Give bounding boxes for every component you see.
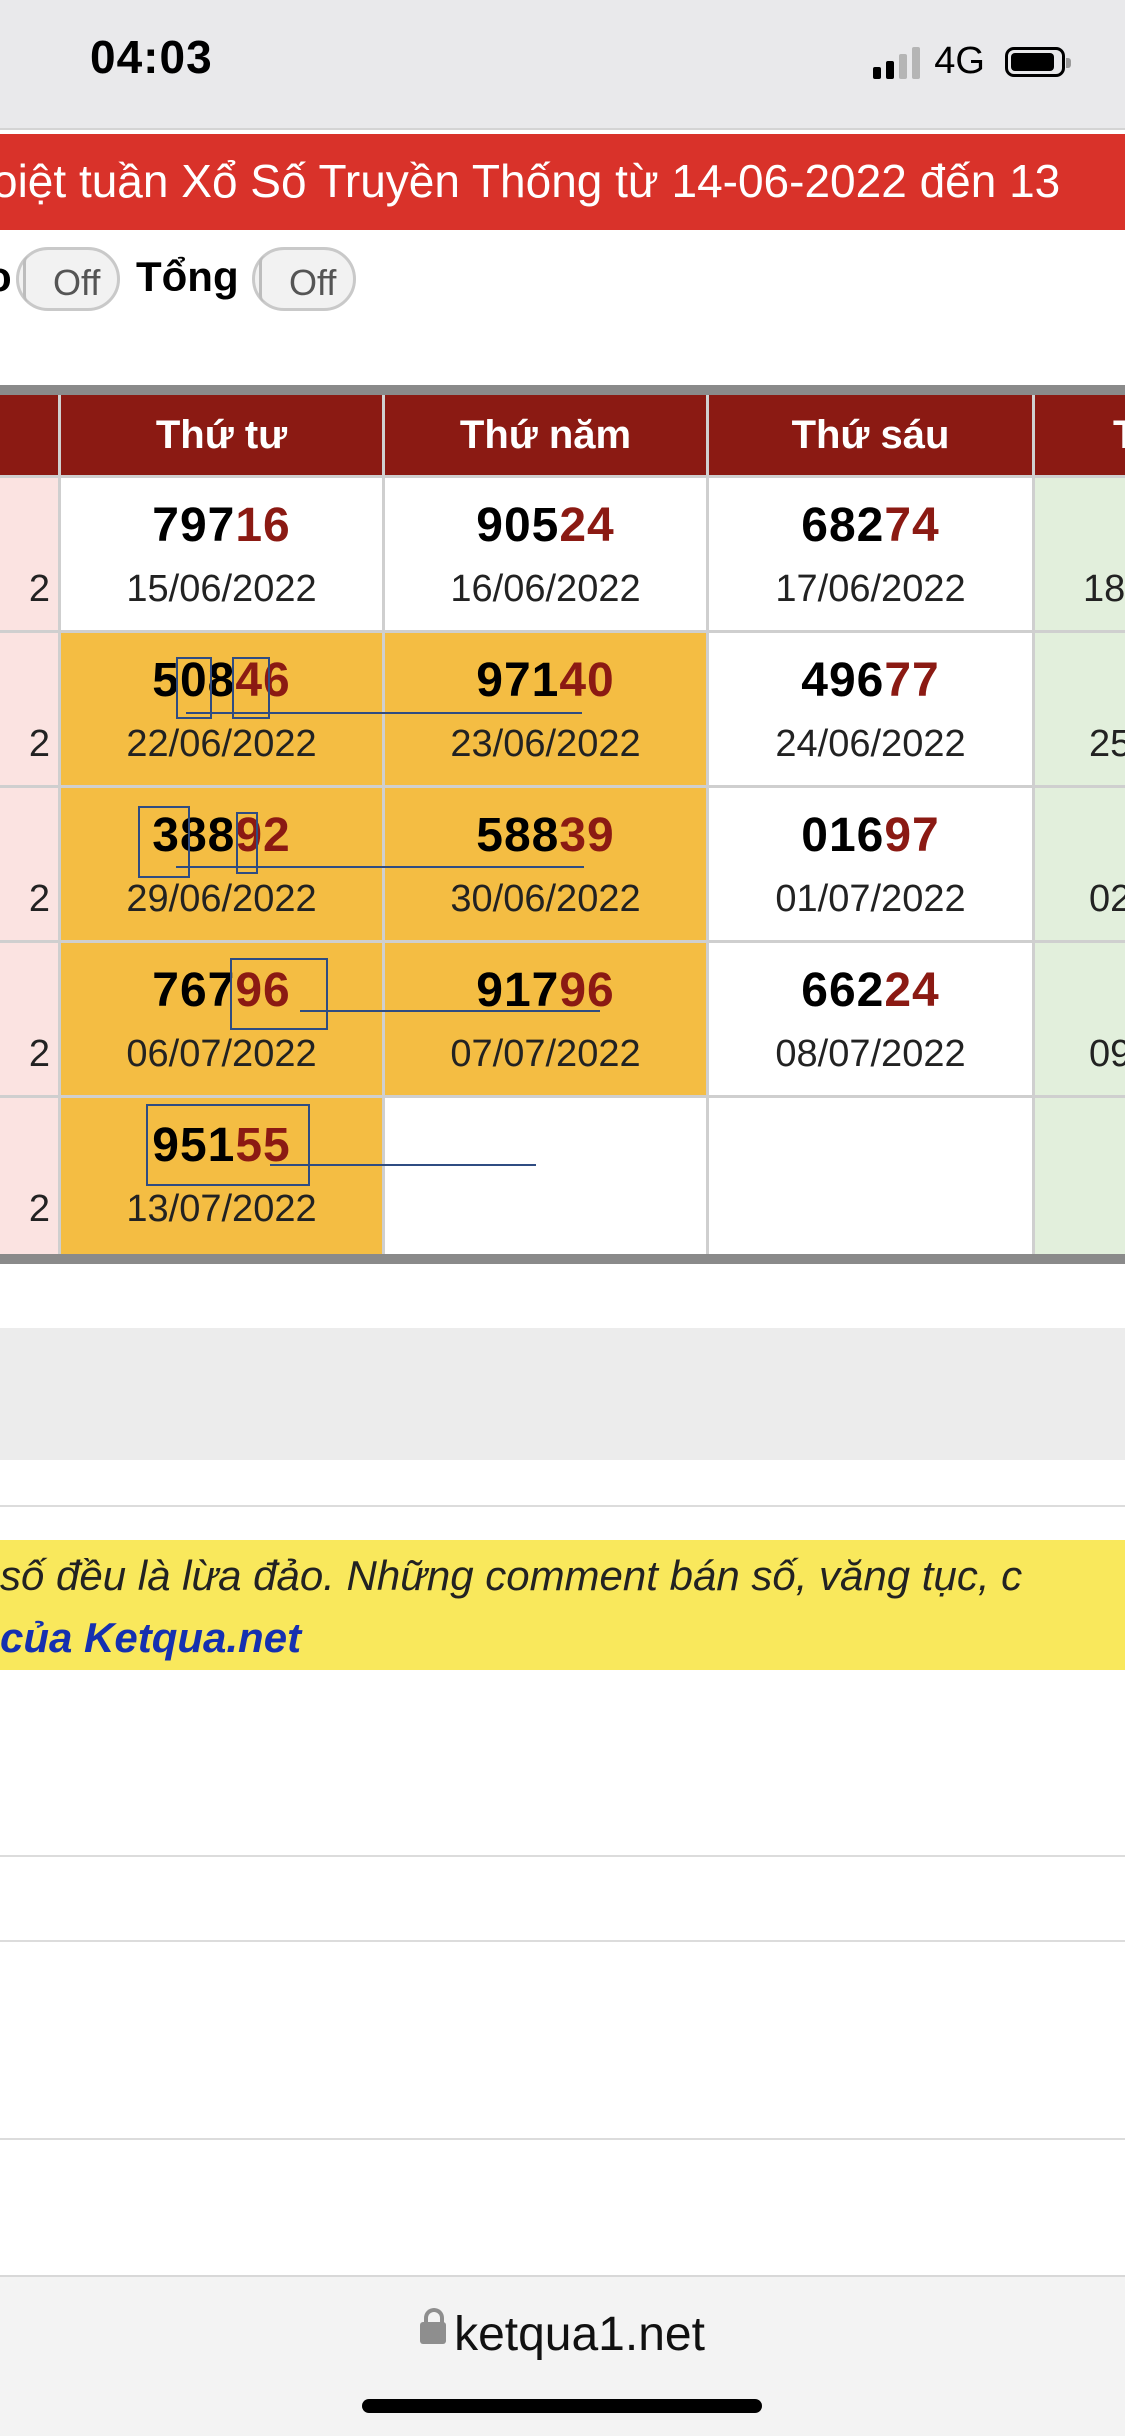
annotation-line [176, 866, 584, 868]
table-cell-empty [1032, 1095, 1125, 1254]
ad-placeholder [0, 1328, 1125, 1460]
header-thu-tu: Thứ tư [58, 395, 382, 475]
result-number: 66224 [801, 964, 940, 1017]
toggle-label-partial: o [0, 253, 12, 301]
table-cell-highlight: 38892 29/06/2022 [58, 785, 382, 940]
status-divider [0, 128, 1125, 130]
table-cell: 79716 15/06/2022 [58, 475, 382, 630]
result-date: 25 [1089, 723, 1125, 765]
toggle-row: o Off Tổng Off [0, 243, 1125, 319]
table-cell-highlight: 50846 22/06/2022 [58, 630, 382, 785]
header-cell-partial [0, 395, 58, 475]
result-date: 30/06/2022 [450, 878, 641, 920]
table-cell: 49677 24/06/2022 [706, 630, 1032, 785]
result-date: 01/07/2022 [775, 878, 966, 920]
table-cell: 2 [0, 475, 58, 630]
separator [0, 1940, 1125, 1942]
status-time: 04:03 [90, 31, 213, 83]
result-number: 01697 [801, 809, 940, 862]
table-cell: 68274 17/06/2022 [706, 475, 1032, 630]
result-date: 15/06/2022 [126, 568, 317, 610]
separator [0, 1505, 1125, 1507]
result-number: 49677 [801, 654, 940, 707]
annotation-box [236, 812, 258, 874]
table-bottom-border [0, 1254, 1125, 1264]
annotation-box [232, 657, 270, 719]
table-cell: 25 [1032, 630, 1125, 785]
network-type: 4G [934, 40, 985, 82]
annotation-line [186, 712, 582, 714]
table-cell: 90524 16/06/2022 [382, 475, 706, 630]
annotation-box [230, 958, 328, 1030]
result-number: 38892 [152, 809, 291, 862]
warning-notice: số đều là lừa đảo. Những comment bán số,… [0, 1540, 1125, 1670]
table-cell-empty [706, 1095, 1032, 1254]
separator [0, 2138, 1125, 2140]
weekly-results-banner: oiệt tuần Xổ Số Truyền Thống từ 14-06-20… [0, 134, 1125, 230]
table-cell-highlight: 76796 06/07/2022 [58, 940, 382, 1095]
status-bar: 04:03 4G [0, 0, 1125, 128]
status-icons: 4G [873, 40, 1071, 83]
separator [0, 1855, 1125, 1857]
table-cell-highlight: 58839 30/06/2022 [382, 785, 706, 940]
result-date: 13/07/2022 [126, 1188, 317, 1230]
cellular-signal-icon [873, 45, 921, 79]
table-cell: 66224 08/07/2022 [706, 940, 1032, 1095]
result-date: 08/07/2022 [775, 1033, 966, 1075]
browser-address-bar[interactable]: ketqua1.net [0, 2275, 1125, 2436]
result-number: 97140 [476, 654, 615, 707]
result-date: 02 [1089, 878, 1125, 920]
table-cell: 18 [1032, 475, 1125, 630]
header-partial-right: T [1032, 395, 1125, 475]
table-cell-highlight: 91796 07/07/2022 [382, 940, 706, 1095]
result-date: 29/06/2022 [126, 878, 317, 920]
annotation-box [176, 657, 212, 719]
result-date: 06/07/2022 [126, 1033, 317, 1075]
table-cell-highlight: 97140 23/06/2022 [382, 630, 706, 785]
battery-icon [1005, 46, 1071, 77]
toggle-state: Off [53, 262, 101, 303]
header-thu-nam: Thứ năm [382, 395, 706, 475]
result-date: 17/06/2022 [775, 568, 966, 610]
annotation-line [270, 1164, 536, 1166]
result-date: 07/07/2022 [450, 1033, 641, 1075]
annotation-line [300, 1010, 600, 1012]
lock-icon [420, 2308, 447, 2345]
warning-text: số đều là lừa đảo. Những comment bán số,… [0, 1552, 1023, 1599]
result-number: 90524 [476, 499, 615, 552]
home-indicator[interactable] [362, 2399, 762, 2413]
toggle-switch-tong[interactable]: Off [252, 247, 356, 311]
warning-link[interactable]: của Ketqua.net [0, 1614, 301, 1662]
toggle-knob [259, 256, 272, 302]
table-cell: 01697 01/07/2022 [706, 785, 1032, 940]
table-cell: 2 [0, 785, 58, 940]
table-cell: 09 [1032, 940, 1125, 1095]
result-date: 24/06/2022 [775, 723, 966, 765]
result-date: 23/06/2022 [450, 723, 641, 765]
result-date: 22/06/2022 [126, 723, 317, 765]
table-cell: 2 [0, 1095, 58, 1254]
banner-title: oiệt tuần Xổ Số Truyền Thống từ 14-06-20… [0, 155, 1061, 207]
table-cell: 02 [1032, 785, 1125, 940]
result-number: 50846 [152, 654, 291, 707]
table-top-border [0, 385, 1125, 395]
annotation-box [146, 1104, 310, 1186]
result-date: 16/06/2022 [450, 568, 641, 610]
toggle-knob [23, 256, 36, 302]
result-number: 68274 [801, 499, 940, 552]
url-text: ketqua1.net [454, 2308, 705, 2361]
result-date: 18 [1083, 568, 1125, 610]
toggle-switch-first[interactable]: Off [16, 247, 120, 311]
url-display[interactable]: ketqua1.net [0, 2307, 1125, 2362]
result-date: 09 [1089, 1033, 1125, 1075]
result-number: 79716 [152, 499, 291, 552]
toggle-state: Off [289, 262, 337, 303]
header-thu-sau: Thứ sáu [706, 395, 1032, 475]
toggle-label-tong: Tổng [136, 253, 239, 300]
table-cell-empty [382, 1095, 706, 1254]
result-number: 58839 [476, 809, 615, 862]
table-cell: 2 [0, 940, 58, 1095]
table-cell: 2 [0, 630, 58, 785]
